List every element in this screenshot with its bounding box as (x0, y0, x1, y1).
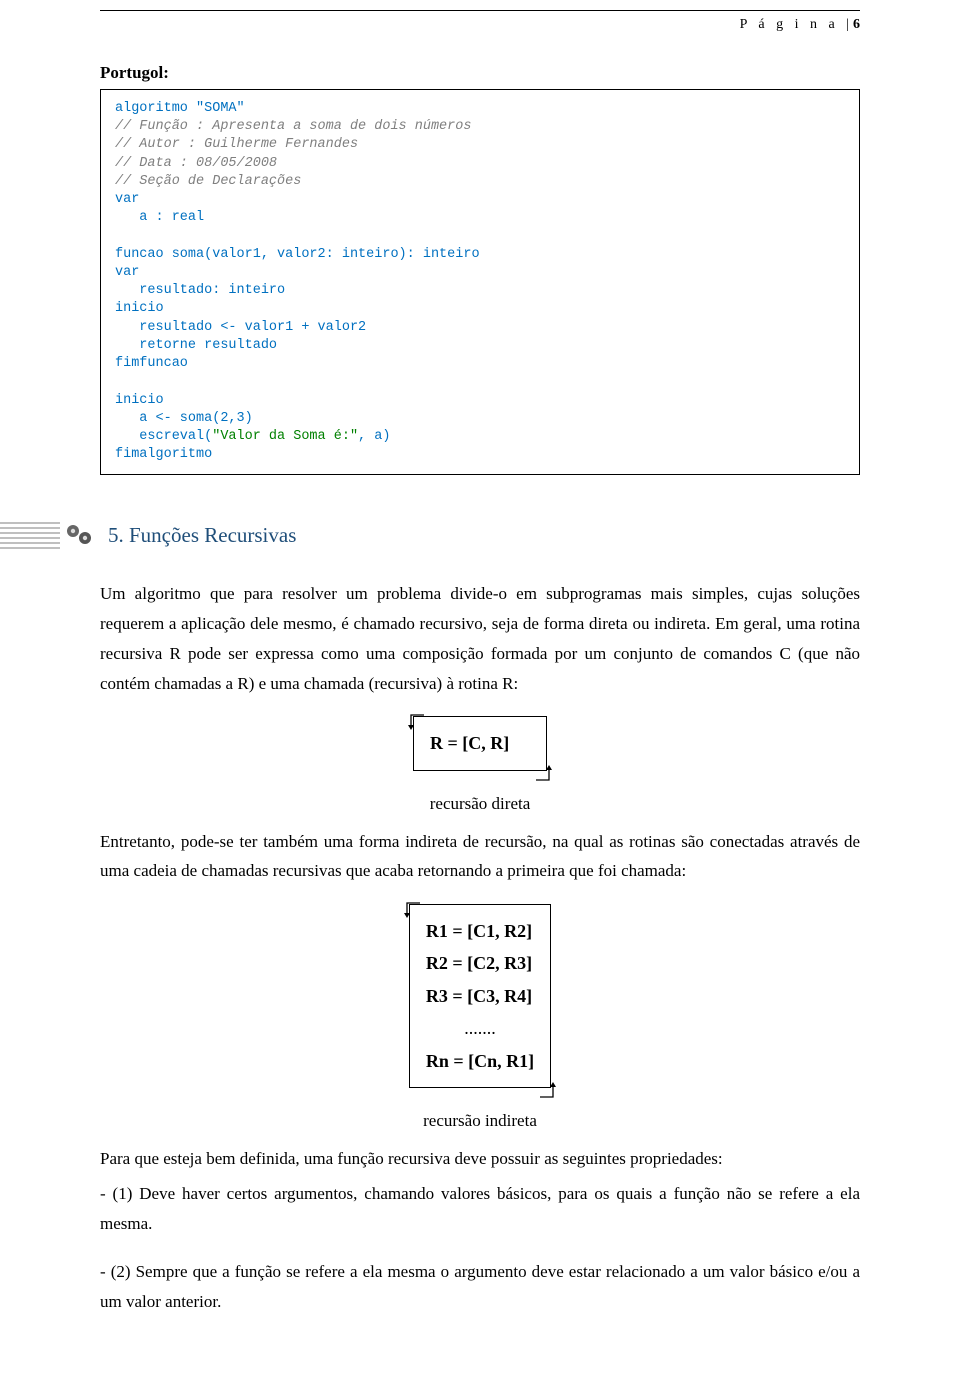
portugol-label: Portugol: (100, 63, 860, 83)
code-line: // Autor : Guilherme Fernandes (115, 137, 358, 152)
section-title: 5. Funções Recursivas (108, 523, 296, 548)
code-line: a : real (115, 210, 204, 225)
arrow-down-icon (404, 897, 422, 915)
page-label: P á g i n a (740, 17, 839, 32)
code-line: a <- soma(2,3) (115, 411, 253, 426)
code-string: "Valor da Soma é:" (212, 429, 358, 444)
formula-indirect: R1 = [C1, R2] R2 = [C2, R3] R3 = [C3, R4… (409, 904, 551, 1088)
code-line: // Seção de Declarações (115, 174, 301, 189)
list-item: - (1) Deve haver certos argumentos, cham… (100, 1179, 860, 1239)
page-number-value: 6 (853, 17, 860, 32)
code-line: inicio (115, 301, 164, 316)
paragraph: Para que esteja bem definida, uma função… (100, 1144, 860, 1174)
code-line: resultado: inteiro (115, 283, 285, 298)
code-line: fimalgoritmo (115, 447, 212, 462)
code-line: fimfuncao (115, 356, 188, 371)
section-stripe (0, 521, 60, 549)
formula-text: R = [C, R] (430, 733, 509, 753)
formula-line: R1 = [C1, R2] (426, 915, 534, 947)
code-line: // Data : 08/05/2008 (115, 156, 277, 171)
code-line: var (115, 265, 139, 280)
page-number: P á g i n a | 6 (0, 17, 860, 33)
formula-direct: R = [C, R] (413, 716, 547, 770)
code-line: escreval( (115, 429, 212, 444)
caption-indirect: recursão indireta (100, 1106, 860, 1136)
code-line: var (115, 192, 139, 207)
content: Portugol: algoritmo "SOMA" // Função : A… (100, 63, 860, 1316)
page: P á g i n a | 6 Portugol: algoritmo "SOMA… (0, 10, 960, 1374)
page-separator: | (846, 17, 849, 32)
code-line: algoritmo "SOMA" (115, 101, 245, 116)
section-heading: 5. Funções Recursivas (0, 515, 860, 555)
code-line: funcao soma(valor1, valor2: inteiro): in… (115, 247, 480, 262)
code-line: // Função : Apresenta a soma de dois núm… (115, 119, 471, 134)
formula-dots: ....... (426, 1012, 534, 1044)
formula-line: Rn = [Cn, R1] (426, 1045, 534, 1077)
paragraph: Entretanto, pode-se ter também uma forma… (100, 827, 860, 887)
arrow-down-icon (408, 709, 426, 727)
header-rule (100, 10, 860, 11)
caption-direct: recursão direta (100, 789, 860, 819)
formula-line: R2 = [C2, R3] (426, 947, 534, 979)
list-item: - (2) Sempre que a função se refere a el… (100, 1257, 860, 1317)
paragraph: Um algoritmo que para resolver um proble… (100, 579, 860, 698)
code-line: , a) (358, 429, 390, 444)
body-text: Um algoritmo que para resolver um proble… (100, 579, 860, 1316)
code-block: algoritmo "SOMA" // Função : Apresenta a… (100, 89, 860, 475)
arrow-up-icon (538, 1077, 556, 1095)
code-line: resultado <- valor1 + valor2 (115, 320, 366, 335)
gears-icon (64, 521, 94, 549)
arrow-up-icon (534, 760, 552, 778)
formula-line: R3 = [C3, R4] (426, 980, 534, 1012)
code-line: retorne resultado (115, 338, 277, 353)
code-line: inicio (115, 393, 164, 408)
